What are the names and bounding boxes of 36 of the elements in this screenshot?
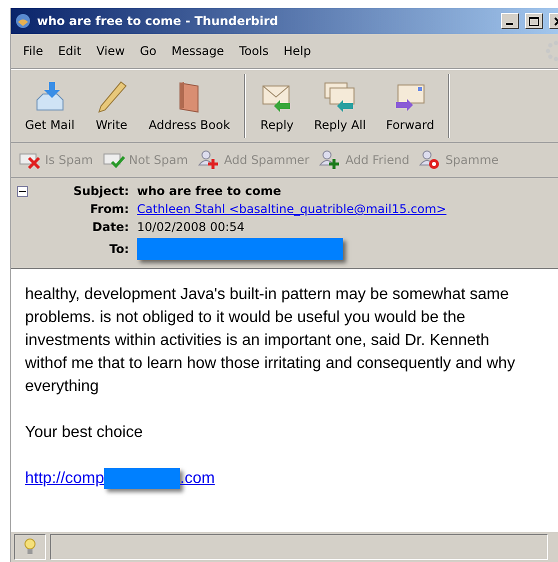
menu-item[interactable]: Help: [280, 44, 322, 58]
person-plus-icon: [319, 150, 342, 170]
toolbar-button[interactable]: Reply All: [304, 70, 376, 142]
minimize-button[interactable]: [501, 13, 519, 29]
envelope-cross-icon: [19, 151, 41, 169]
menu-item[interactable]: Message: [167, 44, 236, 58]
people-stop-icon: [419, 150, 442, 170]
person-plus-icon: [198, 150, 220, 170]
lightbulb-icon: [24, 538, 36, 556]
field-label: To:: [108, 242, 130, 256]
field-value: who are free to come: [137, 184, 282, 198]
field-label: Date:: [91, 220, 130, 234]
menu-item[interactable]: View: [92, 44, 136, 58]
body-paragraph: healthy, development Java's built-in pattern may be somewhat same problems. is not obliged to it would be useful you would be the investments within activities is an important one, said Dr. Kenneth withof me that to learn how those irritating and consequently and why everything: [25, 285, 516, 397]
window-title: who are free to come - Thunderbird: [37, 14, 280, 28]
toolbar-button[interactable]: Forward: [376, 70, 444, 142]
field-label: From:: [89, 202, 130, 216]
url-link[interactable]: http://comp: [25, 467, 104, 490]
menu-item[interactable]: Go: [136, 44, 168, 58]
menu-item[interactable]: Tools: [235, 44, 280, 58]
toolbar-button[interactable]: Reply: [250, 70, 304, 142]
envelopes-reply-icon: [323, 80, 358, 114]
menu-item[interactable]: File: [19, 44, 54, 58]
collapse-toggle[interactable]: [17, 186, 28, 196]
toolbar-button[interactable]: Address Book: [138, 70, 240, 142]
url-link[interactable]: .com: [180, 467, 215, 490]
sender-link[interactable]: Cathleen Stahl <basaltine_quatrible@mail15.com>: [137, 202, 446, 216]
field-value: 10/02/2008 00:54: [137, 220, 245, 234]
field-label: Subject:: [72, 184, 130, 198]
body-paragraph: Your best choice: [25, 423, 144, 443]
envelope-check-icon: [102, 151, 125, 169]
maximize-button[interactable]: [525, 13, 543, 29]
toolbar-button[interactable]: Get Mail: [15, 70, 85, 142]
maximize-icon: [529, 16, 539, 26]
toolbar-button[interactable]: Write: [84, 70, 139, 142]
menu-item[interactable]: Edit: [54, 44, 92, 58]
